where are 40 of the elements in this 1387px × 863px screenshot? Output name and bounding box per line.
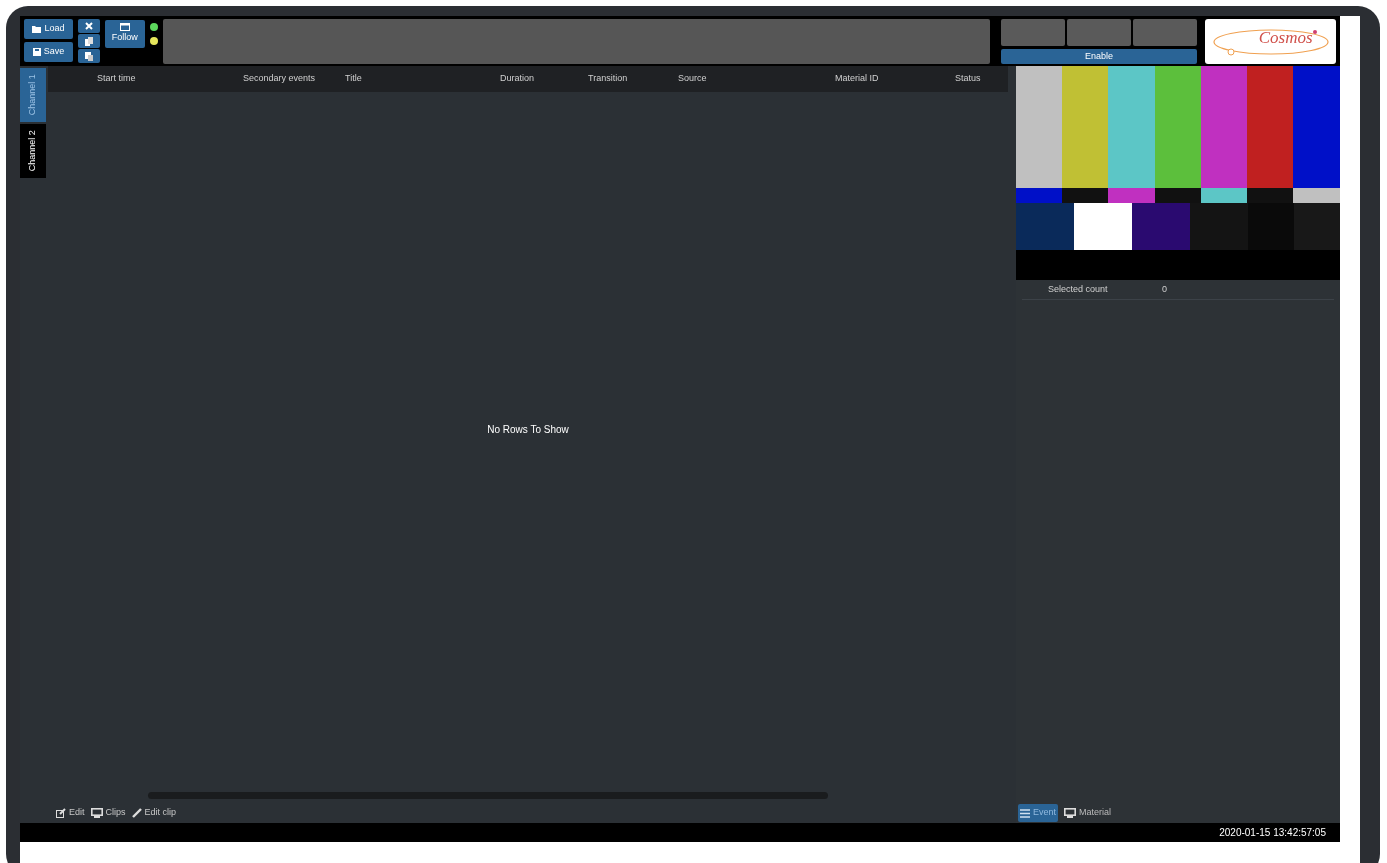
copy-icon xyxy=(85,36,93,46)
column-header[interactable]: Start time xyxy=(97,72,243,86)
property-value: 0 xyxy=(1162,282,1168,296)
empty-message: No Rows To Show xyxy=(487,423,569,437)
edit-icon xyxy=(56,808,66,818)
property-label: Selected count xyxy=(1047,282,1109,296)
close-button[interactable] xyxy=(78,19,100,33)
channel-tab[interactable]: Channel 1 xyxy=(20,68,46,122)
logo-text: Cosmos xyxy=(1258,26,1313,49)
column-header[interactable]: Transition xyxy=(588,72,678,86)
copy-button[interactable] xyxy=(78,34,100,48)
column-header[interactable]: Title xyxy=(345,72,500,86)
channel-tab[interactable]: Channel 2 xyxy=(20,124,46,178)
column-header[interactable]: Material ID xyxy=(835,72,955,86)
follow-button[interactable]: Follow xyxy=(105,20,145,48)
list-icon xyxy=(1020,808,1030,818)
mode-button[interactable] xyxy=(1133,19,1198,46)
datetime-text: 2020-01-15 13:42:57:05 xyxy=(1219,826,1326,840)
column-header[interactable]: Source xyxy=(678,72,835,86)
editclip-button[interactable]: Edit clip xyxy=(131,806,177,820)
folder-icon xyxy=(32,25,42,33)
paste-button[interactable] xyxy=(78,49,100,63)
mode-button[interactable] xyxy=(1001,19,1066,46)
monitor-icon xyxy=(90,808,103,818)
panel-tab[interactable]: Material xyxy=(1062,804,1114,822)
load-button[interactable]: Load xyxy=(24,19,73,39)
column-header[interactable]: Status xyxy=(955,72,1005,86)
close-icon xyxy=(85,22,93,30)
monitor-icon xyxy=(1064,808,1076,818)
mode-button[interactable] xyxy=(1067,19,1132,46)
column-header[interactable]: Duration xyxy=(500,72,588,86)
edit-button[interactable]: Edit xyxy=(56,806,85,820)
paste-icon xyxy=(85,51,93,61)
column-header[interactable]: Secondary events xyxy=(243,72,345,86)
pencil-icon xyxy=(131,808,142,818)
window-icon xyxy=(119,23,130,32)
save-button[interactable]: Save xyxy=(24,42,73,62)
horizontal-scrollbar[interactable] xyxy=(148,792,828,799)
clips-button[interactable]: Clips xyxy=(90,806,126,820)
enable-button[interactable]: Enable xyxy=(1001,49,1198,64)
